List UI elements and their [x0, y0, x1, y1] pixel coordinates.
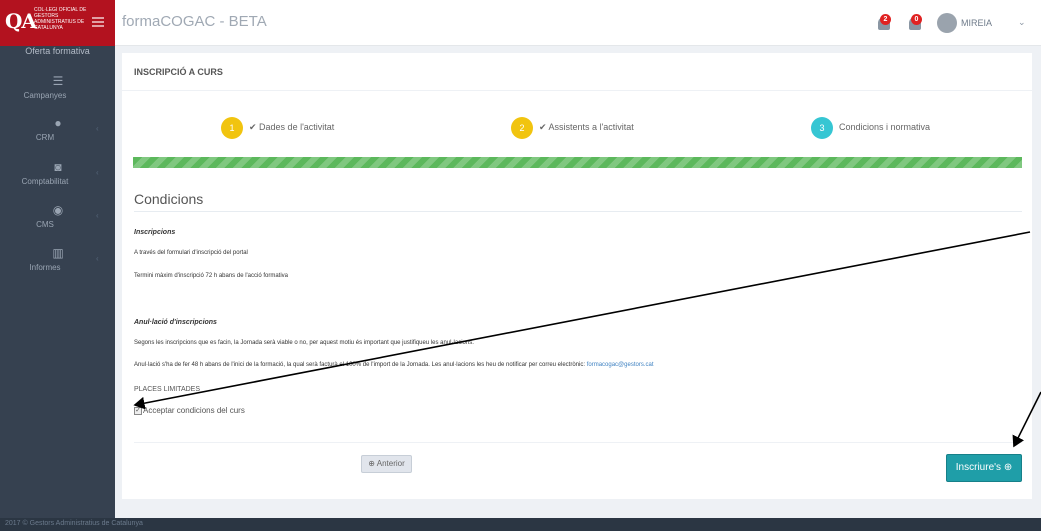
footer-text: 2017 © Gestors Administratius de Catalun… [5, 520, 143, 527]
divider [122, 90, 1032, 91]
footer: 2017 © Gestors Administratius de Catalun… [0, 518, 1041, 531]
step-label: Condicions i normativa [839, 122, 931, 132]
sidebar-item-label: Informes [29, 263, 61, 272]
logo[interactable]: QA Col·legi Oficial de Gestors Administr… [0, 0, 115, 46]
sidebar-item-crm[interactable]: ● CRM ‹ [0, 116, 115, 156]
wizard-progress-bar [133, 157, 1022, 168]
section-title: Condicions [134, 191, 204, 207]
previous-button[interactable]: ⊕ Anterior [361, 455, 412, 473]
hamburger-menu-icon[interactable] [92, 17, 104, 27]
accept-label[interactable]: Acceptar condicions del curs [143, 406, 245, 415]
page-title: INSCRIPCIÓ A CURS [134, 67, 223, 77]
inbox-badge: 0 [911, 14, 922, 25]
bar-chart-icon: ▥ [52, 246, 64, 260]
chevron-down-icon[interactable]: ⌄ [1018, 17, 1026, 28]
enrollment-card: INSCRIPCIÓ A CURS 1 ✔ Dades de l'activit… [122, 53, 1032, 499]
sidebar-item-informes[interactable]: ▥ Informes ‹ [0, 246, 115, 286]
anulacio-heading: Anul·lació d'inscripcions [134, 319, 217, 326]
chevron-left-icon: ‹ [96, 168, 99, 177]
inscripcions-text-1: A través del formulari d'inscripció del … [134, 250, 248, 256]
chevron-left-icon: ‹ [96, 254, 99, 263]
divider [134, 211, 1022, 212]
chevron-left-icon: ‹ [96, 211, 99, 220]
sidebar-item-label: Campanyes [23, 91, 67, 100]
users-icon: ● [54, 116, 62, 130]
accept-conditions[interactable]: ✓ Acceptar condicions del curs [134, 406, 245, 415]
step-number: 2 [511, 117, 533, 139]
step-label: ✔ Dades de l'activitat [249, 122, 335, 132]
sidebar-item-oferta-formativa[interactable]: Oferta formativa [0, 46, 115, 56]
places-limitades: PLACES LIMITADES [134, 386, 201, 393]
sidebar-item-cms[interactable]: ◉ CMS ‹ [0, 203, 115, 243]
divider [134, 442, 1022, 443]
sidebar-item-campanyes[interactable]: ☰ Campanyes [0, 74, 115, 114]
rss-icon: ☰ [52, 74, 64, 88]
inbox-icon[interactable]: 0 [907, 14, 925, 32]
chevron-left-icon: ‹ [96, 124, 99, 133]
anulacio-text-2-prefix: Anul·lació s'ha de fer 48 h abans de l'i… [134, 362, 586, 368]
inscripcions-heading: Inscripcions [134, 229, 176, 236]
inscripcions-text-2: Termini màxim d'inscripció 72 h abans de… [134, 273, 289, 279]
bell-icon[interactable]: 2 [876, 14, 894, 32]
step-number: 1 [221, 117, 243, 139]
sidebar-item-label: Comptabilitat [21, 177, 69, 186]
anulacio-text-1: Segons les inscripcions que es facin, la… [134, 340, 474, 346]
logo-text: Col·legi Oficial de Gestors Administrati… [34, 7, 87, 31]
sidebar-item-label: CRM [35, 133, 55, 142]
accept-checkbox[interactable]: ✓ [134, 406, 142, 415]
logo-mark: QA [5, 9, 37, 33]
sidebar-item-comptabilitat[interactable]: ◙ Comptabilitat ‹ [0, 160, 115, 200]
notification-badge: 2 [880, 14, 891, 25]
anulacio-text-2: Anul·lació s'ha de fer 48 h abans de l'i… [134, 362, 654, 368]
app-title: formaCOGAC - BETA [122, 13, 267, 30]
user-name[interactable]: MIREIA [961, 18, 992, 28]
step-number: 3 [811, 117, 833, 139]
sidebar-item-label: CMS [36, 220, 54, 229]
avatar[interactable] [937, 13, 957, 33]
globe-icon: ◉ [52, 203, 64, 217]
step-label: ✔ Assistents a l'activitat [539, 122, 634, 132]
enroll-button[interactable]: Inscriure's ⊕ [946, 454, 1022, 482]
sidebar: Oferta formativa ☰ Campanyes ● CRM ‹ ◙ C… [0, 46, 115, 518]
money-icon: ◙ [54, 160, 62, 174]
top-bar: QA Col·legi Oficial de Gestors Administr… [0, 0, 1041, 46]
email-link[interactable]: formacogac@gestors.cat [587, 362, 654, 368]
